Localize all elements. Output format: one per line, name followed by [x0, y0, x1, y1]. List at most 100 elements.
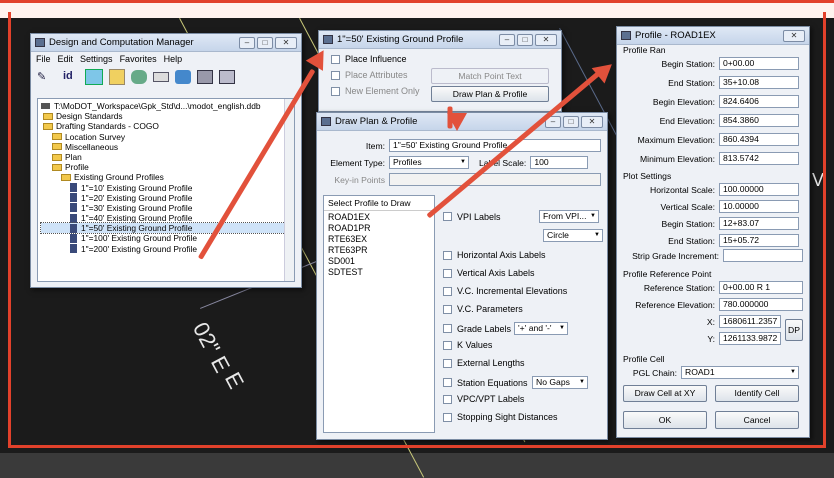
profile-list-item[interactable]: ROAD1EX: [328, 212, 430, 223]
profile-list-item[interactable]: RTE63EX: [328, 234, 430, 245]
field-value[interactable]: 10.00000: [719, 200, 799, 213]
grade-labels-checkbox[interactable]: [443, 324, 452, 333]
ref-station-field[interactable]: 0+00.00 R 1: [719, 281, 803, 294]
close-icon[interactable]: ✕: [275, 36, 297, 49]
place-icon[interactable]: [85, 69, 103, 85]
vc-incremental-row[interactable]: V.C. Incremental Elevations: [443, 286, 567, 296]
strip-grade-field[interactable]: [723, 249, 803, 262]
tree-item[interactable]: 1"=40' Existing Ground Profile: [41, 213, 291, 223]
place-influence-row[interactable]: Place Influence: [331, 54, 407, 64]
field-value[interactable]: 813.5742: [719, 152, 799, 165]
key-in-points-field[interactable]: [389, 173, 601, 186]
field-value[interactable]: 824.6406: [719, 95, 799, 108]
chart-icon[interactable]: [197, 70, 213, 84]
field-value[interactable]: 0+00.00: [719, 57, 799, 70]
menu-file[interactable]: File: [36, 54, 51, 64]
external-lengths-row[interactable]: External Lengths: [443, 358, 525, 368]
stopping-sight-checkbox[interactable]: [443, 412, 452, 422]
identify-cell-button[interactable]: Identify Cell: [715, 385, 799, 402]
maximize-icon[interactable]: □: [257, 36, 273, 49]
tree-item[interactable]: 1"=100' Existing Ground Profile: [41, 233, 291, 243]
external-lengths-checkbox[interactable]: [443, 358, 452, 368]
tree-item[interactable]: Location Survey: [41, 132, 291, 142]
vpi-labels-row[interactable]: VPI Labels From VPI...: [443, 210, 599, 223]
profile-list-item[interactable]: ROAD1PR: [328, 223, 430, 234]
maximize-icon[interactable]: □: [563, 115, 579, 128]
horizontal-axis-checkbox[interactable]: [443, 250, 452, 260]
ok-button[interactable]: OK: [623, 411, 707, 429]
profile-list-item[interactable]: SDTEST: [328, 267, 430, 278]
tree-item[interactable]: Miscellaneous: [41, 142, 291, 152]
field-value[interactable]: 15+05.72: [719, 234, 799, 247]
keyboard-icon[interactable]: [153, 72, 169, 82]
label-scale-field[interactable]: 100: [530, 156, 589, 169]
vertical-axis-checkbox[interactable]: [443, 268, 452, 278]
station-equations-row[interactable]: Station Equations No Gaps: [443, 376, 588, 389]
stopping-sight-row[interactable]: Stopping Sight Distances: [443, 412, 558, 422]
grade-select[interactable]: '+' and '-': [514, 322, 568, 335]
vpi-labels-checkbox[interactable]: [443, 212, 452, 221]
edit-icon[interactable]: [131, 70, 147, 84]
station-equations-checkbox[interactable]: [443, 378, 452, 387]
place-attributes-checkbox[interactable]: [331, 70, 340, 80]
new-element-only-checkbox[interactable]: [331, 86, 340, 96]
users-icon[interactable]: [175, 70, 191, 84]
vc-parameters-checkbox[interactable]: [443, 304, 452, 314]
close-icon[interactable]: ✕: [783, 29, 805, 42]
tree-item[interactable]: 1"=10' Existing Ground Profile: [41, 183, 291, 193]
dcm-titlebar[interactable]: Design and Computation Manager – □ ✕: [31, 34, 301, 52]
profile-list-item[interactable]: RTE63PR: [328, 245, 430, 256]
vpi-select[interactable]: From VPI...: [539, 210, 599, 223]
close-icon[interactable]: ✕: [535, 33, 557, 46]
draw-icon[interactable]: [109, 69, 125, 85]
k-values-row[interactable]: K Values: [443, 340, 492, 350]
x-field[interactable]: 1680611.2357: [719, 315, 781, 328]
field-value[interactable]: 35+10.08: [719, 76, 799, 89]
ref-elev-field[interactable]: 780.000000: [719, 298, 803, 311]
tree-path[interactable]: T:\MoDOT_Workspace\Gpk_Std\d...\modot_en…: [41, 101, 291, 111]
vc-incremental-checkbox[interactable]: [443, 286, 452, 296]
tree-item[interactable]: 1"=200' Existing Ground Profile: [41, 244, 291, 254]
dp-button[interactable]: DP: [785, 319, 803, 341]
vertical-axis-row[interactable]: Vertical Axis Labels: [443, 268, 535, 278]
grade-labels-row[interactable]: Grade Labels '+' and '-': [443, 322, 568, 335]
tree-item[interactable]: 1"=50' Existing Ground Profile: [40, 222, 292, 235]
y-field[interactable]: 1261133.9872: [719, 332, 781, 345]
new-element-only-row[interactable]: New Element Only: [331, 86, 420, 96]
tree-item[interactable]: Drafting Standards - COGO: [41, 121, 291, 131]
maximize-icon[interactable]: □: [517, 33, 533, 46]
monitor-icon[interactable]: [219, 70, 235, 84]
tree-item[interactable]: 1"=20' Existing Ground Profile: [41, 193, 291, 203]
tree-item[interactable]: Plan: [41, 152, 291, 162]
draw-plan-profile-button[interactable]: Draw Plan & Profile: [431, 86, 549, 102]
field-value[interactable]: 12+83.07: [719, 217, 799, 230]
tree-item[interactable]: 1"=30' Existing Ground Profile: [41, 203, 291, 213]
field-value[interactable]: 860.4394: [719, 133, 799, 146]
place-attributes-row[interactable]: Place Attributes: [331, 70, 408, 80]
tree-scrollbar[interactable]: [284, 99, 294, 281]
item-field[interactable]: 1"=50' Existing Ground Profile: [389, 139, 601, 152]
k-values-checkbox[interactable]: [443, 340, 452, 350]
minimize-icon[interactable]: –: [499, 33, 515, 46]
menu-settings[interactable]: Settings: [80, 54, 113, 64]
field-value[interactable]: 100.00000: [719, 183, 799, 196]
match-point-text-button[interactable]: Match Point Text: [431, 68, 549, 84]
menu-help[interactable]: Help: [164, 54, 183, 64]
horizontal-axis-row[interactable]: Horizontal Axis Labels: [443, 250, 546, 260]
vc-parameters-row[interactable]: V.C. Parameters: [443, 304, 523, 314]
profile-titlebar[interactable]: Profile - ROAD1EX ✕: [617, 27, 809, 45]
element-type-select[interactable]: Profiles: [389, 156, 469, 169]
field-value[interactable]: 854.3860: [719, 114, 799, 127]
menu-favorites[interactable]: Favorites: [120, 54, 157, 64]
pencil-icon[interactable]: ✎: [37, 70, 57, 84]
vpc-vpt-checkbox[interactable]: [443, 394, 452, 404]
menu-edit[interactable]: Edit: [58, 54, 74, 64]
draw-cell-button[interactable]: Draw Cell at XY: [623, 385, 707, 402]
id-icon[interactable]: id: [63, 70, 79, 84]
place-influence-checkbox[interactable]: [331, 54, 340, 64]
cancel-button[interactable]: Cancel: [715, 411, 799, 429]
station-select[interactable]: No Gaps: [532, 376, 588, 389]
tree-item[interactable]: Design Standards: [41, 111, 291, 121]
circle-select[interactable]: Circle: [543, 229, 603, 242]
profile-list-item[interactable]: SD001: [328, 256, 430, 267]
